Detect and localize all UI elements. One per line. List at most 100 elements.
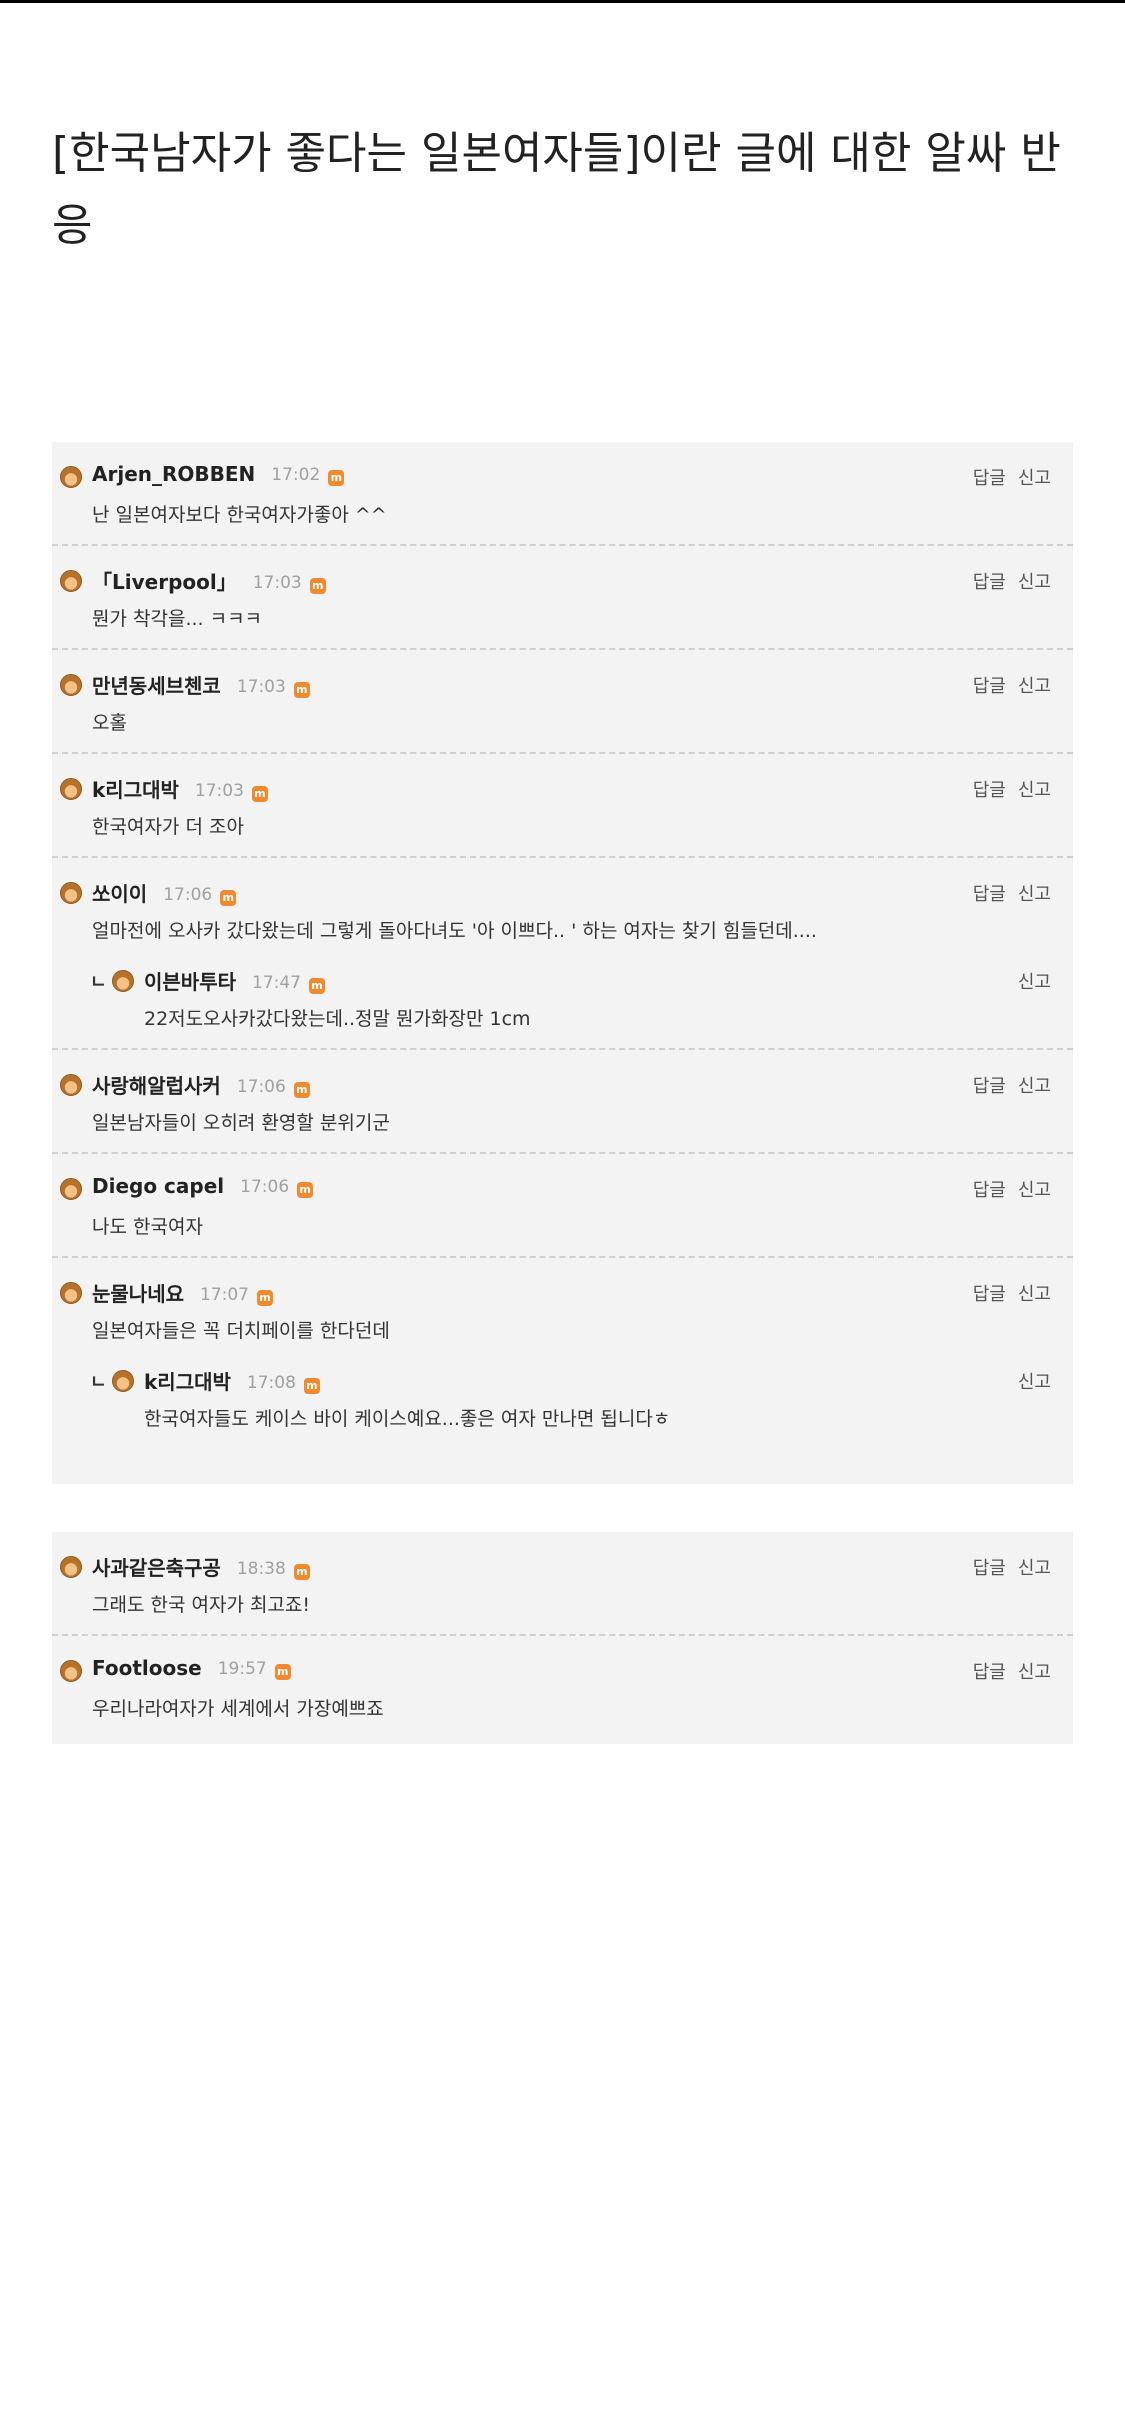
reply-actions: 신고 <box>1018 1368 1051 1394</box>
mobile-badge-icon: m <box>257 1290 273 1306</box>
mobile-badge-icon: m <box>274 1664 291 1680</box>
user-avatar-icon <box>60 1074 82 1096</box>
mobile-badge-icon: m <box>293 1082 310 1098</box>
comment-time: 19:57 <box>217 1659 267 1679</box>
reply-button[interactable]: 답글 <box>973 1180 1006 1201</box>
mobile-badge-icon: m <box>328 470 345 486</box>
report-button[interactable]: 신고 <box>1018 1284 1051 1305</box>
comment-author[interactable]: Diego capel 17:06 m <box>92 1174 314 1198</box>
report-button[interactable]: 신고 <box>1018 1662 1051 1683</box>
comment-item: 사랑해알럽사커 17:06 m 답글 신고 일본남자들이 오히려 환영할 분위기군 <box>52 1050 1073 1154</box>
report-button[interactable]: 신고 <box>1018 1180 1051 1201</box>
reply-author[interactable]: 이븐바투타 17:47 m <box>144 966 325 995</box>
comment-text: 그래도 한국 여자가 최고죠! <box>92 1594 311 1616</box>
mobile-badge-icon: m <box>293 1564 310 1580</box>
comment-author[interactable]: 「Liverpool」 17:03 m <box>92 566 326 595</box>
reply-button[interactable]: 답글 <box>973 1558 1006 1579</box>
reply-time: 17:47 <box>252 973 301 993</box>
reply-button[interactable]: 답글 <box>973 780 1006 801</box>
user-avatar-icon <box>60 1660 82 1682</box>
comment-author[interactable]: 사과같은축구공 18:38 m <box>92 1552 310 1581</box>
user-avatar-icon <box>60 1178 82 1200</box>
user-avatar-icon <box>112 970 134 992</box>
report-button[interactable]: 신고 <box>1018 1558 1051 1579</box>
comment-text: 얼마전에 오사카 갔다왔는데 그렇게 돌아다녀도 '아 이쁘다.. ' 하는 여… <box>92 920 817 942</box>
comment-time: 17:06 <box>240 1177 290 1197</box>
comment-text: 난 일본여자보다 한국여자가좋아 ^^ <box>92 504 387 526</box>
comment-text: 한국여자가 더 조아 <box>92 816 244 838</box>
comment-author[interactable]: 눈물나네요 17:07 m <box>92 1278 273 1307</box>
report-button[interactable]: 신고 <box>1018 676 1051 697</box>
comment-author[interactable]: 사랑해알럽사커 17:06 m <box>92 1070 310 1099</box>
comment-author[interactable]: 쏘이이 17:06 m <box>92 878 237 907</box>
report-button[interactable]: 신고 <box>1018 1076 1051 1097</box>
comment-text: 나도 한국여자 <box>92 1216 203 1238</box>
report-button[interactable]: 신고 <box>1018 884 1051 905</box>
comment-text: 일본여자들은 꼭 더치페이를 한다던데 <box>92 1320 390 1342</box>
comment-text: 일본남자들이 오히려 환영할 분위기군 <box>92 1112 390 1134</box>
comment-actions: 답글 신고 <box>973 568 1051 594</box>
comment-item: Arjen_ROBBEN 17:02 m 답글 신고 난 일본여자보다 한국여자가좋아… <box>52 442 1073 546</box>
reply-button[interactable]: 답글 <box>973 572 1006 593</box>
report-button[interactable]: 신고 <box>1018 572 1051 593</box>
user-avatar-icon <box>60 778 82 800</box>
comment-actions: 답글 신고 <box>973 880 1051 906</box>
comment-actions: 답글 신고 <box>973 672 1051 698</box>
comment-text: 오홀 <box>92 712 127 734</box>
comment-box: Arjen_ROBBEN 17:02 m 답글 신고 난 일본여자보다 한국여자가좋아… <box>52 442 1073 1484</box>
report-button[interactable]: 신고 <box>1018 972 1051 993</box>
reply-item: ㄴ 이븐바투타 17:47 m 신고 22저도오사카갔다왔는데..정말 뭔가화장만 … <box>60 964 1051 1034</box>
reply-button[interactable]: 답글 <box>973 1662 1006 1683</box>
comment-item: k리그대박 17:03 m 답글 신고 한국여자가 더 조아 <box>52 754 1073 858</box>
mobile-badge-icon: m <box>309 978 325 994</box>
comment-item: 만년동세브첸코 17:03 m 답글 신고 오홀 <box>52 650 1073 754</box>
comment-time: 17:07 <box>200 1285 249 1305</box>
comment-actions: 답글 신고 <box>973 1072 1051 1098</box>
reply-actions: 신고 <box>1018 968 1051 994</box>
reply-arrow-icon: ㄴ <box>90 972 107 993</box>
comment-actions: 답글 신고 <box>973 1554 1051 1580</box>
comment-time: 17:06 <box>163 885 213 905</box>
comment-time: 17:06 <box>236 1077 286 1097</box>
comment-author[interactable]: k리그대박 17:03 m <box>92 774 268 803</box>
comment-item: Diego capel 17:06 m 답글 신고 나도 한국여자 <box>52 1154 1073 1258</box>
comment-actions: 답글 신고 <box>973 1658 1051 1684</box>
reply-button[interactable]: 답글 <box>973 468 1006 489</box>
comment-text: 우리나라여자가 세계에서 가장예쁘죠 <box>92 1698 384 1720</box>
mobile-badge-icon: m <box>303 1378 320 1394</box>
comment-author[interactable]: Arjen_ROBBEN 17:02 m <box>92 462 345 486</box>
comment-time: 17:03 <box>236 677 286 697</box>
comment-item: 사과같은축구공 18:38 m 답글 신고 그래도 한국 여자가 최고죠! <box>52 1532 1073 1636</box>
comment-author[interactable]: 만년동세브첸코 17:03 m <box>92 670 310 699</box>
mobile-badge-icon: m <box>293 682 310 698</box>
comment-item: 「Liverpool」 17:03 m 답글 신고 뭔가 착각을... ㅋㅋㅋ <box>52 546 1073 650</box>
mobile-badge-icon: m <box>297 1182 314 1198</box>
comment-actions: 답글 신고 <box>973 776 1051 802</box>
user-avatar-icon <box>112 1370 134 1392</box>
comment-box: 사과같은축구공 18:38 m 답글 신고 그래도 한국 여자가 최고죠! Footl… <box>52 1532 1073 1744</box>
reply-button[interactable]: 답글 <box>973 676 1006 697</box>
mobile-badge-icon: m <box>309 578 326 594</box>
comment-item: 눈물나네요 17:07 m 답글 신고 일본여자들은 꼭 더치페이를 한다던데 ㄴ k… <box>52 1258 1073 1448</box>
user-avatar-icon <box>60 570 82 592</box>
user-avatar-icon <box>60 1556 82 1578</box>
user-avatar-icon <box>60 1282 82 1304</box>
comment-time: 17:03 <box>194 781 244 801</box>
user-avatar-icon <box>60 466 82 488</box>
reply-time: 17:08 <box>246 1373 296 1393</box>
comment-author[interactable]: Footloose 19:57 m <box>92 1656 291 1680</box>
post-title: [한국남자가 좋다는 일본여자들]이란 글에 대한 알싸 반응 <box>52 128 1061 251</box>
reply-button[interactable]: 답글 <box>973 1284 1006 1305</box>
comment-text: 뭔가 착각을... ㅋㅋㅋ <box>92 608 263 630</box>
report-button[interactable]: 신고 <box>1018 780 1051 801</box>
reply-author[interactable]: k리그대박 17:08 m <box>144 1366 320 1395</box>
reply-text: 한국여자들도 케이스 바이 케이스예요...좋은 여자 만나면 됩니다ㅎ <box>144 1408 671 1430</box>
reply-text: 22저도오사카갔다왔는데..정말 뭔가화장만 1cm <box>144 1008 531 1030</box>
user-avatar-icon <box>60 674 82 696</box>
report-button[interactable]: 신고 <box>1018 468 1051 489</box>
reply-button[interactable]: 답글 <box>973 1076 1006 1097</box>
report-button[interactable]: 신고 <box>1018 1372 1051 1393</box>
comment-actions: 답글 신고 <box>973 464 1051 490</box>
reply-button[interactable]: 답글 <box>973 884 1006 905</box>
user-avatar-icon <box>60 882 82 904</box>
